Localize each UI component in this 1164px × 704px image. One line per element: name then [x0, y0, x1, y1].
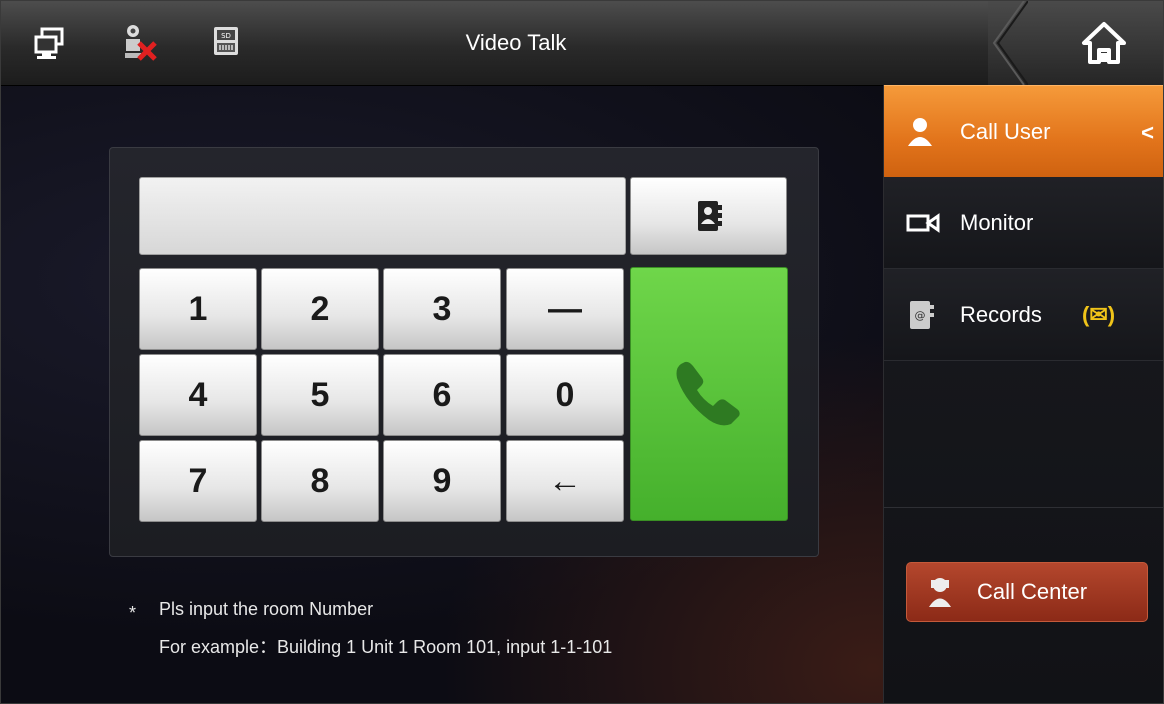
hint-line-1: Pls input the room Number — [159, 599, 374, 619]
key-6[interactable]: 6 — [383, 354, 501, 436]
sidebar-item-call-user[interactable]: Call User < — [884, 85, 1163, 177]
svg-text:@: @ — [915, 309, 926, 322]
video-camera-icon — [906, 213, 940, 233]
call-center-button[interactable]: Call Center — [906, 562, 1148, 622]
key-7[interactable]: 7 — [139, 440, 257, 522]
sidebar-item-label: Monitor — [960, 210, 1034, 235]
divider-chevron — [992, 1, 1028, 85]
app-frame: SD Video Talk 1 2 3 — 4 5 6 0 7 8 9 ← * … — [0, 0, 1164, 704]
call-center-label: Call Center — [977, 579, 1088, 604]
sidebar-item-label: Call User — [960, 119, 1051, 144]
home-icon[interactable] — [1079, 19, 1129, 67]
hint-line-2: For example：Building 1 Unit 1 Room 101, … — [159, 637, 613, 657]
home-area — [988, 1, 1163, 85]
hint-star: * — [129, 603, 137, 623]
chevron-left-icon: < — [1141, 120, 1154, 145]
key-8[interactable]: 8 — [261, 440, 379, 522]
unread-mail-badge: (✉) — [1082, 302, 1116, 327]
key-2[interactable]: 2 — [261, 268, 379, 350]
sidebar: Call User < Monitor @ Records (✉) Call C… — [883, 85, 1163, 703]
contacts-book-icon — [697, 201, 722, 231]
phone-handset-icon — [676, 361, 740, 426]
top-bar: SD Video Talk — [1, 1, 1163, 86]
user-icon — [908, 118, 932, 146]
keypad-panel: 1 2 3 — 4 5 6 0 7 8 9 ← — [109, 147, 819, 557]
key-5[interactable]: 5 — [261, 354, 379, 436]
records-icon: @ — [910, 301, 934, 329]
key-9[interactable]: 9 — [383, 440, 501, 522]
backspace-key[interactable]: ← — [506, 440, 624, 522]
operator-icon — [929, 578, 951, 607]
call-button[interactable] — [630, 267, 788, 521]
key-3[interactable]: 3 — [383, 268, 501, 350]
sidebar-item-records[interactable]: @ Records (✉) — [884, 269, 1163, 361]
key-0[interactable]: 0 — [506, 354, 624, 436]
sidebar-item-monitor[interactable]: Monitor — [884, 177, 1163, 269]
key-4[interactable]: 4 — [139, 354, 257, 436]
room-number-input[interactable] — [139, 177, 626, 255]
key-dash[interactable]: — — [506, 268, 624, 350]
page-title: Video Talk — [465, 30, 567, 55]
sidebar-item-label: Records — [960, 302, 1042, 327]
key-1[interactable]: 1 — [139, 268, 257, 350]
sidebar-divider — [884, 507, 1163, 508]
contacts-button[interactable] — [630, 177, 787, 255]
